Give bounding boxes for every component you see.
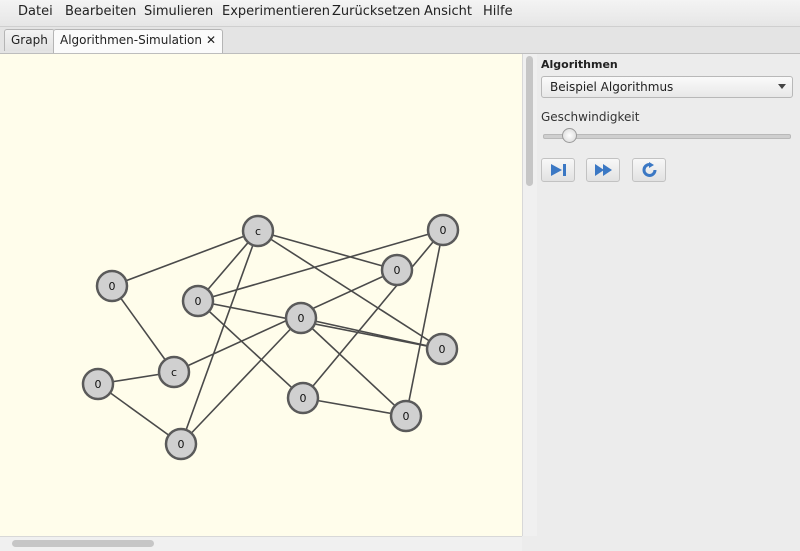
graph-node-label: c (171, 366, 177, 379)
menu-ansicht[interactable]: Ansicht (422, 4, 474, 19)
graph-node-label: 0 (300, 392, 307, 405)
graph-view: c 0 0 0 0 0 0 c 0 0 0 0 (81, 213, 460, 461)
algorithm-panel: Algorithmen Beispiel Algorithmus Geschwi… (537, 54, 800, 550)
tab-graph[interactable]: Graph (4, 29, 55, 51)
graph-node[interactable]: 0 (380, 253, 414, 287)
close-icon[interactable]: ✕ (206, 33, 216, 47)
tab-graph-label: Graph (11, 33, 48, 47)
graph-node-label: 0 (403, 410, 410, 423)
graph-node[interactable]: 0 (286, 381, 320, 415)
graph-node[interactable]: 0 (284, 301, 318, 335)
graph-node-label: 0 (439, 343, 446, 356)
chevron-down-icon (778, 84, 786, 89)
graph-node[interactable]: 0 (164, 427, 198, 461)
menu-datei[interactable]: Datei (16, 4, 55, 19)
graph-node[interactable]: 0 (181, 284, 215, 318)
step-forward-icon (551, 164, 566, 176)
graph-node-label: 0 (178, 438, 185, 451)
graph-edge (180, 317, 302, 445)
menu-simulieren[interactable]: Simulieren (142, 4, 215, 19)
reset-icon (642, 162, 657, 177)
tab-bar: Graph Algorithmen-Simulation ✕ (0, 27, 800, 54)
panel-title: Algorithmen (541, 58, 618, 71)
graph-node-label: 0 (109, 280, 116, 293)
graph-edge (302, 229, 444, 399)
speed-slider-knob[interactable] (561, 128, 577, 143)
graph-node[interactable]: 0 (389, 399, 423, 433)
graph-node[interactable]: c (241, 214, 275, 248)
menu-experimentieren[interactable]: Experimentieren (220, 4, 332, 19)
speed-label: Geschwindigkeit (541, 110, 640, 124)
menu-bearbeiten[interactable]: Bearbeiten (63, 4, 138, 19)
tab-algorithmen-simulation[interactable]: Algorithmen-Simulation ✕ (53, 29, 224, 53)
graph-node-label: 0 (394, 264, 401, 277)
graph-node[interactable]: c (157, 355, 191, 389)
graph-node-label: 0 (95, 378, 102, 391)
graph-edge (180, 230, 259, 445)
algorithm-select-value: Beispiel Algorithmus (550, 80, 674, 94)
graph-edge (111, 230, 259, 287)
graph-node-label: 0 (298, 312, 305, 325)
step-button[interactable] (541, 158, 575, 182)
vertical-scroll-thumb[interactable] (526, 56, 533, 186)
fast-forward-button[interactable] (586, 158, 620, 182)
tab-simulation-label: Algorithmen-Simulation (60, 33, 203, 47)
menu-bar: Datei Bearbeiten Simulieren Experimentie… (0, 0, 800, 27)
horizontal-scrollbar[interactable] (0, 536, 522, 551)
graph-node-label: c (255, 225, 261, 238)
graph-canvas[interactable]: c 0 0 0 0 0 0 c 0 0 0 0 (0, 54, 523, 536)
algorithm-select[interactable]: Beispiel Algorithmus (541, 76, 793, 98)
vertical-scrollbar[interactable] (522, 54, 537, 536)
graph-node-label: 0 (195, 295, 202, 308)
graph-edge (405, 229, 444, 417)
menu-zuruecksetzen[interactable]: Zurücksetzen (330, 4, 422, 19)
menu-hilfe[interactable]: Hilfe (481, 4, 515, 19)
speed-slider-track[interactable] (543, 134, 791, 139)
graph-node[interactable]: 0 (425, 332, 459, 366)
horizontal-scroll-thumb[interactable] (12, 540, 154, 547)
graph-node[interactable]: 0 (81, 367, 115, 401)
graph-node[interactable]: 0 (95, 269, 129, 303)
graph-node[interactable]: 0 (426, 213, 460, 247)
reset-button[interactable] (632, 158, 666, 182)
graph-node-label: 0 (440, 224, 447, 237)
fast-forward-icon (595, 164, 612, 176)
